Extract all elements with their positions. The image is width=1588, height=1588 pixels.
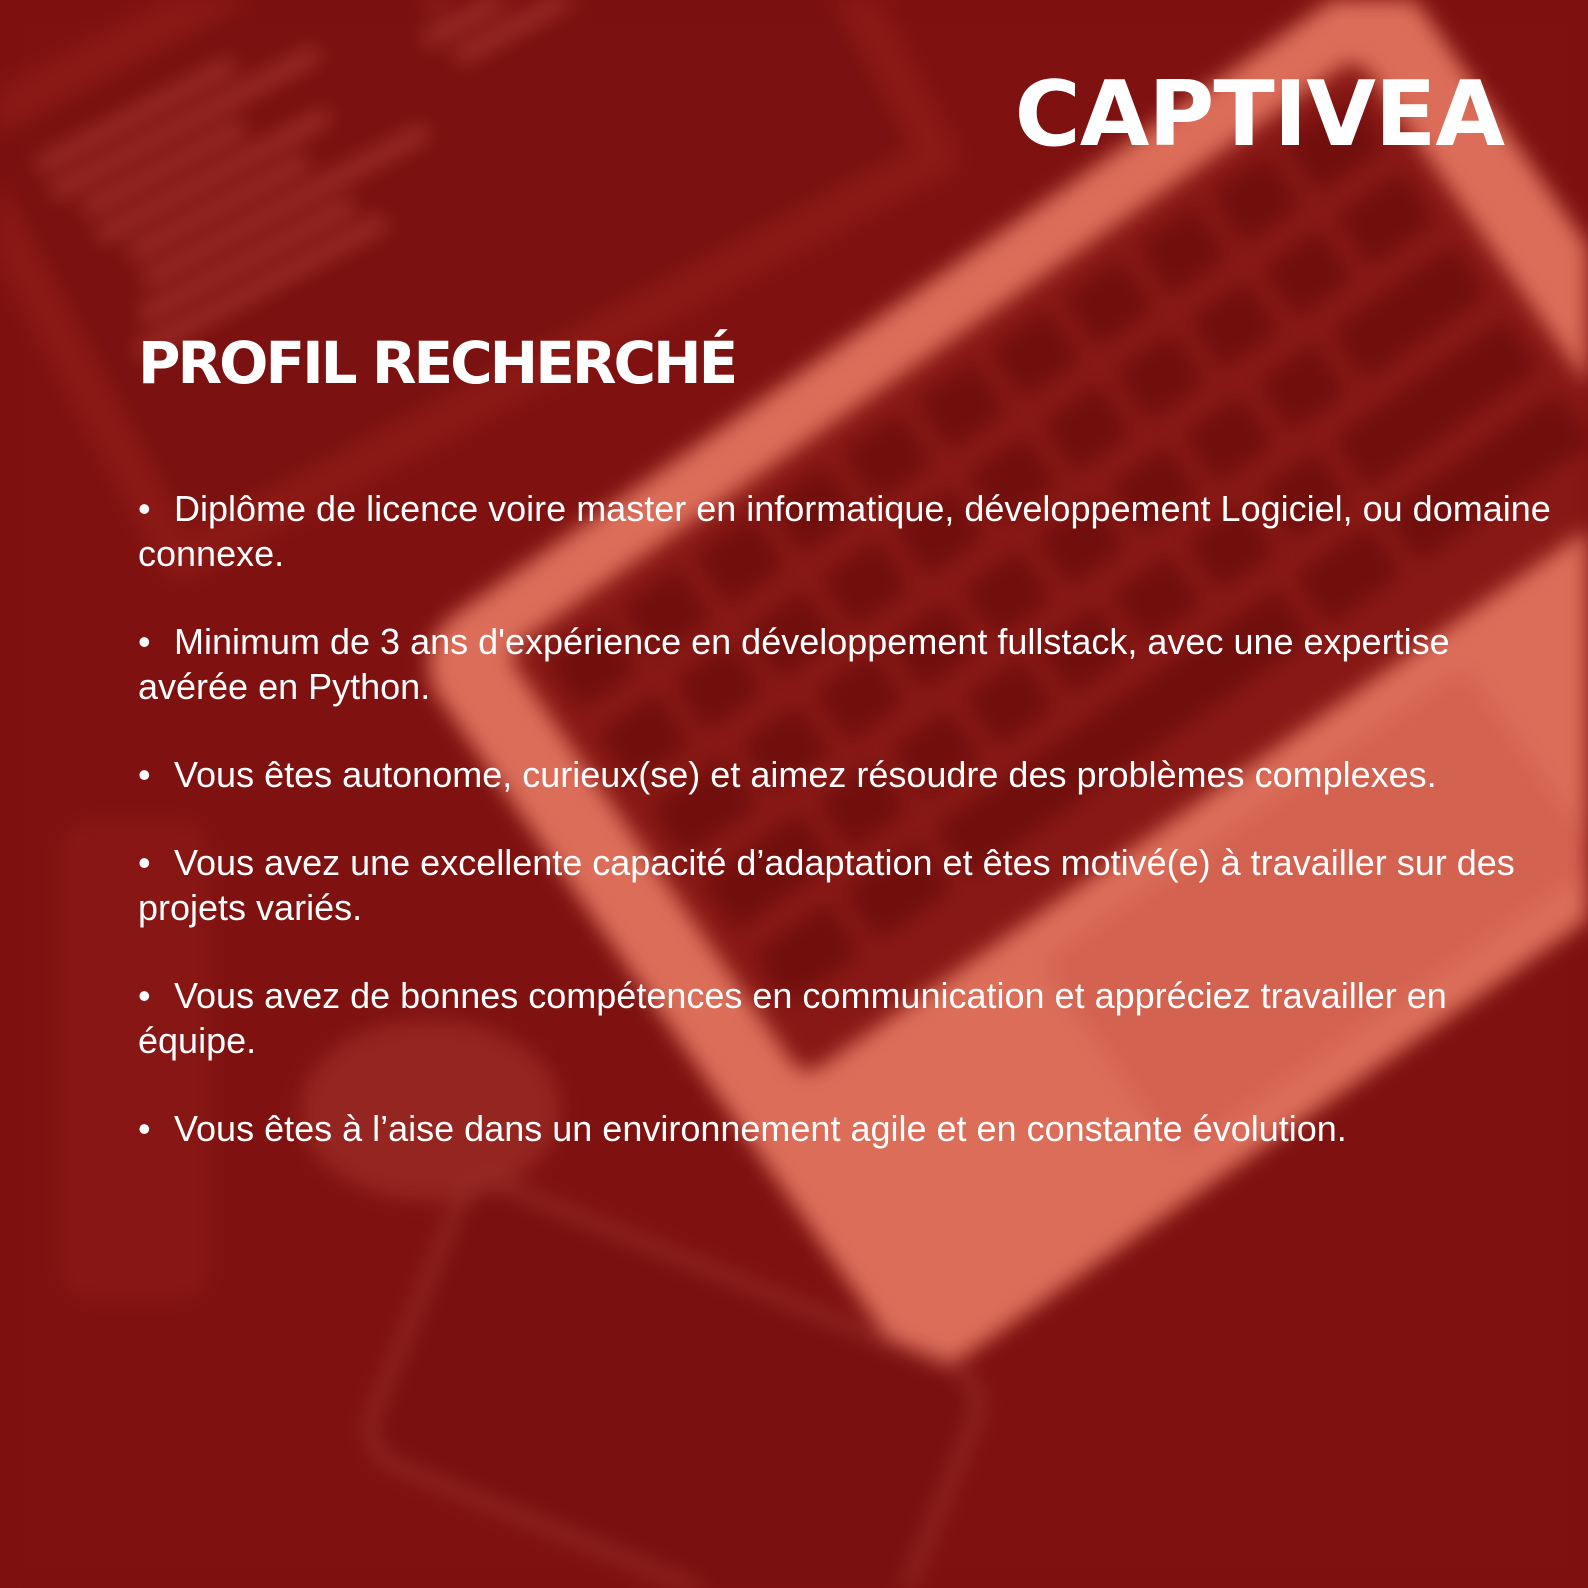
requirements-list: • Diplôme de licence voire master en info… bbox=[138, 486, 1558, 1194]
bullet-icon: • bbox=[138, 842, 151, 883]
list-item-text: Minimum de 3 ans d'expérience en dévelop… bbox=[138, 621, 1450, 707]
section-title: PROFIL RECHERCHÉ bbox=[138, 329, 738, 397]
bullet-icon: • bbox=[138, 488, 151, 529]
list-item-text: Diplôme de licence voire master en infor… bbox=[138, 488, 1551, 574]
list-item-text: Vous avez de bonnes compétences en commu… bbox=[138, 975, 1447, 1061]
list-item: • Minimum de 3 ans d'expérience en dévelo… bbox=[138, 619, 1558, 709]
list-item: • Vous êtes autonome, curieux(se) et aime… bbox=[138, 752, 1558, 797]
bullet-icon: • bbox=[138, 1108, 151, 1149]
list-item: • Vous avez de bonnes compétences en comm… bbox=[138, 973, 1558, 1063]
list-item: • Vous êtes à l’aise dans un environnemen… bbox=[138, 1106, 1558, 1151]
list-item: • Vous avez une excellente capacité d’ada… bbox=[138, 840, 1558, 930]
list-item-text: Vous êtes autonome, curieux(se) et aimez… bbox=[174, 754, 1437, 795]
list-item-text: Vous avez une excellente capacité d’adap… bbox=[138, 842, 1515, 928]
bullet-icon: • bbox=[138, 621, 151, 662]
list-item-text: Vous êtes à l’aise dans un environnement… bbox=[174, 1108, 1347, 1149]
bullet-icon: • bbox=[138, 754, 151, 795]
brand-logo: CAPTIVEA bbox=[1014, 62, 1505, 167]
bullet-icon: • bbox=[138, 975, 151, 1016]
list-item: • Diplôme de licence voire master en info… bbox=[138, 486, 1558, 576]
